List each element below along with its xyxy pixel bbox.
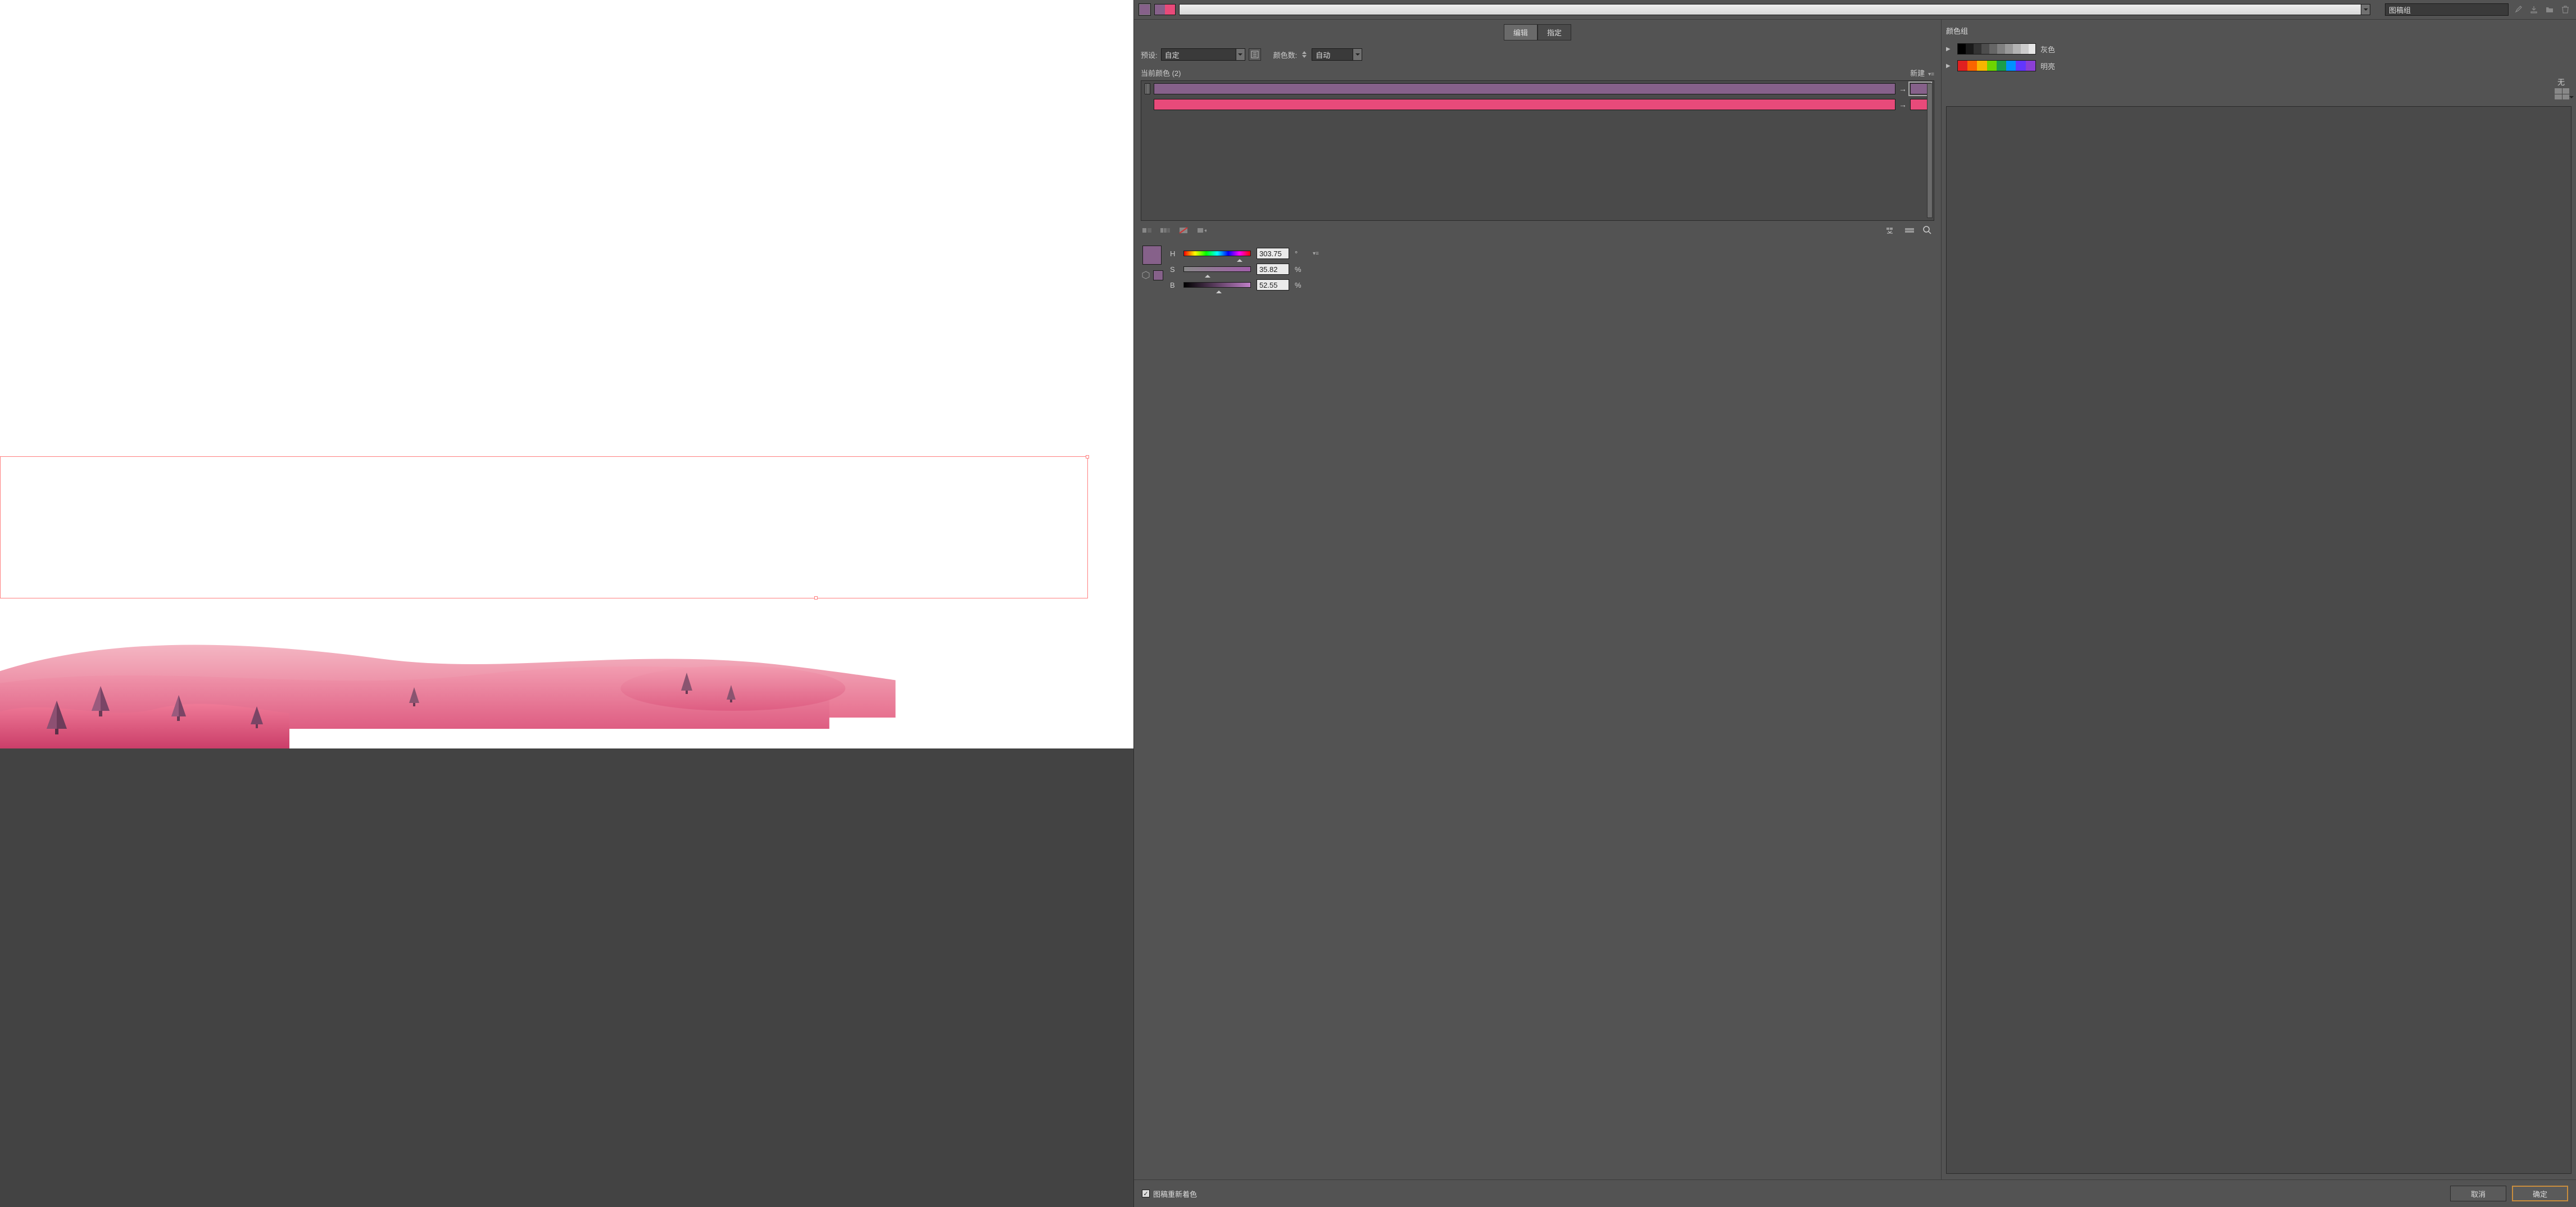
color-group-name: 明亮: [2040, 61, 2055, 71]
color-mapping-list[interactable]: → →: [1141, 80, 1934, 221]
left-column: 编辑 指定 预设: 自定 颜色数: 自动 当前颜色 (2) 新建▾≡: [1134, 20, 1942, 1179]
color-groups-title: 颜色组: [1946, 25, 2572, 40]
selection-handle[interactable]: [1086, 455, 1089, 459]
bri-row: B 52.55 %: [1170, 277, 1934, 293]
expand-icon[interactable]: ▶: [1946, 46, 1953, 52]
merge-icon[interactable]: [1141, 225, 1154, 235]
tab-bar: 编辑 指定: [1134, 20, 1941, 46]
colors-count-label: 颜色数:: [1273, 49, 1298, 60]
ok-button[interactable]: 确定: [2512, 1186, 2568, 1201]
eyedropper-icon[interactable]: [2512, 3, 2524, 16]
canvas-area[interactable]: [0, 0, 1133, 1207]
sat-row: S 35.82 %: [1170, 261, 1934, 277]
expand-icon[interactable]: ▶: [1946, 63, 1953, 69]
tree-icon: [408, 687, 420, 707]
arrow-icon: →: [1899, 100, 1907, 109]
source-color-bar[interactable]: [1154, 83, 1895, 94]
hue-label: H: [1170, 249, 1178, 258]
current-colors-label: 当前颜色 (2): [1141, 67, 1181, 78]
color-group-name: 灰色: [2040, 44, 2055, 55]
panel-topbar: 图稿组: [1134, 0, 2576, 20]
recolor-artwork-label: 图稿重新着色: [1153, 1188, 1197, 1199]
randomize-sat-icon[interactable]: [1903, 225, 1916, 235]
sat-slider[interactable]: [1183, 266, 1251, 272]
row-grip[interactable]: [1145, 83, 1150, 94]
color-group-storage[interactable]: [1946, 106, 2572, 1174]
new-row-icon[interactable]: +: [1195, 225, 1208, 235]
recolor-panel: 图稿组 编辑 指定 预设: 自定 颜色数: 自动: [1133, 0, 2576, 1207]
preset-options-icon[interactable]: [1249, 48, 1261, 61]
harmony-swatch[interactable]: [1154, 4, 1176, 15]
preset-label: 预设:: [1141, 49, 1158, 60]
trash-icon[interactable]: [2559, 3, 2572, 16]
right-column: 颜色组 ▶ 灰色 ▶ 明亮 无: [1942, 20, 2576, 1179]
hue-row: H 303.75 ° ▾≡: [1170, 246, 1934, 261]
selection-outline[interactable]: [0, 456, 1088, 598]
svg-text:+: +: [1204, 228, 1207, 234]
preset-select[interactable]: 自定: [1161, 48, 1245, 61]
app-root: 图稿组 编辑 指定 预设: 自定 颜色数: 自动: [0, 0, 2576, 1207]
source-color-bar[interactable]: [1154, 99, 1895, 110]
find-in-wheel-icon[interactable]: [1921, 225, 1934, 235]
active-color-swatch[interactable]: [1139, 3, 1151, 16]
secondary-swatch[interactable]: [1153, 270, 1163, 280]
exclude-icon[interactable]: [1177, 225, 1190, 235]
sat-unit: %: [1295, 265, 1304, 274]
bri-slider[interactable]: [1183, 282, 1251, 288]
current-colors-header: 当前颜色 (2) 新建▾≡: [1134, 63, 1941, 80]
cancel-button[interactable]: 取消: [2450, 1186, 2506, 1201]
recolor-artwork-checkbox[interactable]: ✓ 图稿重新着色: [1142, 1188, 1197, 1199]
bri-value[interactable]: 52.55: [1257, 279, 1289, 291]
none-swatch-icon[interactable]: [2555, 88, 2569, 99]
new-column-label: 新建: [1910, 69, 1925, 78]
hue-value[interactable]: 303.75: [1257, 248, 1289, 259]
landscape-illustration: [0, 605, 1133, 748]
tree-icon: [250, 706, 264, 729]
hsb-controls: H 303.75 ° ▾≡ S 35.82 %: [1134, 240, 1941, 298]
hill-front-shape: [0, 684, 289, 748]
color-preview-swatch[interactable]: [1142, 246, 1162, 265]
randomize-order-icon[interactable]: [1885, 225, 1898, 235]
color-mode-menu-icon[interactable]: ▾≡: [1313, 251, 1319, 257]
artboard: [0, 0, 1133, 748]
color-row[interactable]: →: [1141, 97, 1934, 112]
sat-value[interactable]: 35.82: [1257, 264, 1289, 275]
color-group-row[interactable]: ▶ 灰色: [1946, 40, 2572, 57]
tree-icon: [90, 686, 111, 718]
color-row[interactable]: →: [1141, 81, 1934, 97]
tree-icon: [725, 685, 737, 703]
split-icon[interactable]: [1159, 225, 1172, 235]
none-label: 无: [1946, 74, 2572, 87]
hue-slider[interactable]: [1183, 251, 1251, 256]
preset-row: 预设: 自定 颜色数: 自动: [1134, 46, 1941, 63]
group-name-field[interactable]: 图稿组: [2385, 3, 2509, 16]
list-tools-row: +: [1134, 221, 1941, 240]
tree-icon: [170, 695, 187, 722]
tree-icon: [46, 701, 68, 736]
out-of-gamut-icon[interactable]: [1141, 270, 1151, 280]
flyout-menu-icon[interactable]: ▾≡: [1928, 71, 1934, 78]
color-group-swatch-gray[interactable]: [1957, 43, 2036, 55]
bri-unit: %: [1295, 281, 1304, 289]
stepper-icon[interactable]: [1300, 48, 1308, 61]
panel-body: 编辑 指定 预设: 自定 颜色数: 自动 当前颜色 (2) 新建▾≡: [1134, 20, 2576, 1179]
folder-icon[interactable]: [2543, 3, 2556, 16]
tree-icon: [680, 673, 693, 695]
colors-count-select[interactable]: 自动: [1312, 48, 1362, 61]
color-group-row[interactable]: ▶ 明亮: [1946, 57, 2572, 74]
tab-assign[interactable]: 指定: [1538, 24, 1571, 40]
tab-edit[interactable]: 编辑: [1504, 24, 1538, 40]
checkbox-icon[interactable]: ✓: [1142, 1190, 1150, 1197]
sat-label: S: [1170, 265, 1178, 274]
panel-footer: ✓ 图稿重新着色 取消 确定: [1134, 1179, 2576, 1207]
arrow-icon: →: [1899, 84, 1907, 93]
bri-label: B: [1170, 281, 1178, 289]
harmony-dropdown[interactable]: [1179, 4, 2370, 15]
scrollbar[interactable]: [1927, 83, 1933, 218]
hue-unit: °: [1295, 249, 1304, 258]
selection-handle[interactable]: [814, 596, 818, 600]
save-group-icon[interactable]: [2528, 3, 2540, 16]
color-group-swatch-rainbow[interactable]: [1957, 60, 2036, 71]
